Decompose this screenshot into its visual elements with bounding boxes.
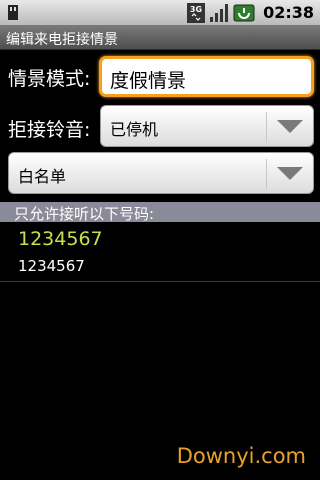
status-bar: 3G 02:38	[0, 0, 320, 25]
spinner-separator	[266, 159, 267, 189]
spinner-separator	[266, 112, 267, 142]
scene-mode-input[interactable]: 度假情景	[99, 56, 314, 97]
watermark: Downyi.com	[176, 444, 306, 468]
divider	[0, 281, 320, 282]
list-item-number[interactable]: 1234567	[18, 257, 85, 275]
allowed-numbers-header: 只允许接听以下号码:	[0, 202, 320, 223]
sd-card-icon	[8, 5, 18, 20]
battery-charging-icon	[233, 4, 255, 21]
title-bar: 编辑来电拒接情景	[0, 25, 320, 50]
status-time: 02:38	[263, 3, 314, 22]
scene-mode-value: 度假情景	[110, 70, 187, 92]
dropdown-arrow-icon	[277, 120, 303, 133]
scene-mode-label: 情景模式:	[8, 68, 91, 90]
reject-ringtone-value: 已停机	[110, 120, 159, 139]
network-3g-icon: 3G	[187, 2, 206, 23]
list-type-spinner[interactable]: 白名单	[8, 152, 314, 194]
signal-icon	[210, 3, 229, 22]
dropdown-arrow-icon	[277, 167, 303, 180]
allowed-numbers-header-text: 只允许接听以下号码:	[14, 205, 155, 223]
reject-ringtone-spinner[interactable]: 已停机	[100, 105, 314, 147]
reject-ringtone-label: 拒接铃音:	[8, 119, 91, 141]
svg-text:3G: 3G	[190, 5, 202, 14]
window-title: 编辑来电拒接情景	[6, 32, 118, 48]
list-item-number[interactable]: 1234567	[18, 228, 103, 250]
list-type-value: 白名单	[18, 167, 67, 186]
